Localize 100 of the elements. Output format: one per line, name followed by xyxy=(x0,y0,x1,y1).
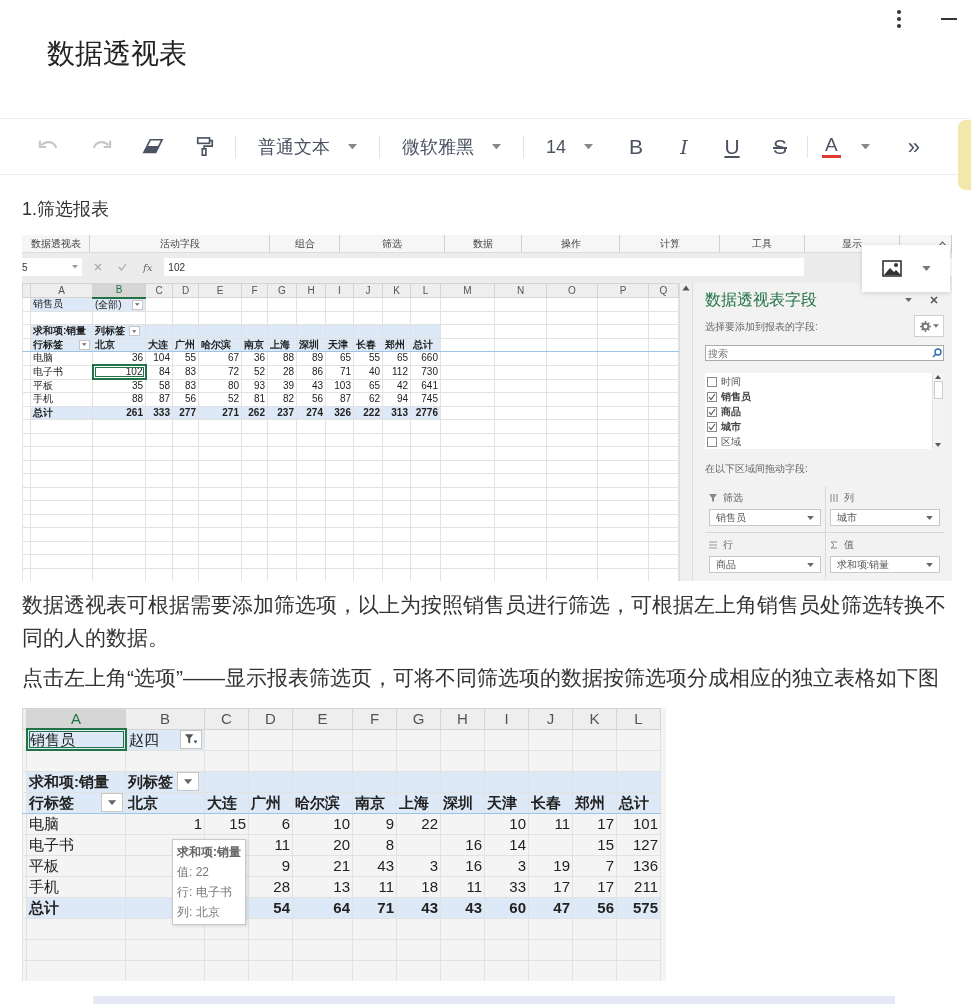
ribbon-group-label[interactable]: 组合 xyxy=(270,235,340,252)
column-header[interactable]: E xyxy=(198,283,242,298)
table-cell: 行标签 xyxy=(29,793,74,812)
check-icon[interactable] xyxy=(118,263,127,271)
bold-button[interactable]: B xyxy=(623,132,650,161)
table-cell: 平板 xyxy=(26,855,126,876)
caret-icon xyxy=(183,778,193,785)
column-header[interactable]: G xyxy=(267,283,297,298)
dropdown-field[interactable]: 城市 xyxy=(829,509,940,526)
panel-subtitle: 选择要添加到报表的字段: xyxy=(705,319,818,334)
column-header[interactable]: Q xyxy=(648,283,679,298)
ribbon-group-label[interactable]: 数据 xyxy=(445,235,522,252)
table-cell: 56 xyxy=(172,392,199,406)
caret-icon[interactable] xyxy=(905,298,912,302)
table-cell: 15 xyxy=(204,813,249,834)
checkbox[interactable] xyxy=(707,436,717,447)
checkbox[interactable] xyxy=(707,376,717,387)
scroll-down-icon[interactable] xyxy=(933,441,943,449)
column-header[interactable]: P xyxy=(597,283,649,298)
page-title: 数据透视表 xyxy=(47,37,187,71)
table-cell: 83 xyxy=(172,379,199,393)
table-cell: 72 xyxy=(198,365,242,379)
column-header[interactable]: M xyxy=(440,283,495,298)
table-cell: 电子书 xyxy=(26,834,126,855)
more-menu-icon[interactable] xyxy=(897,10,901,28)
dropdown-button[interactable]: 14 xyxy=(538,132,602,161)
dropdown-field[interactable]: 销售员 xyxy=(709,509,821,526)
column-header[interactable]: H xyxy=(440,708,485,729)
dropdown-button[interactable] xyxy=(177,772,199,791)
table-cell: 101 xyxy=(616,813,661,834)
close-icon[interactable] xyxy=(930,296,938,304)
ribbon-group-label[interactable]: 活动字段 xyxy=(90,235,270,252)
font-color-button[interactable]: A xyxy=(822,135,841,158)
dropdown-button[interactable]: 微软雅黑 xyxy=(394,132,509,161)
column-header[interactable]: G xyxy=(396,708,441,729)
settings-icon xyxy=(919,320,931,332)
checkbox[interactable] xyxy=(707,421,717,432)
column-header[interactable]: B xyxy=(125,708,205,729)
column-header[interactable]: L xyxy=(410,283,441,298)
dropdown-button[interactable] xyxy=(79,339,90,350)
column-header[interactable]: J xyxy=(528,708,573,729)
column-header[interactable]: J xyxy=(353,283,383,298)
more-button[interactable]: » xyxy=(903,132,924,161)
name-box[interactable]: 5 xyxy=(22,258,82,276)
ribbon-group-label[interactable]: 操作 xyxy=(522,235,620,252)
ribbon-group-label[interactable]: 筛选 xyxy=(340,235,445,252)
search-field[interactable]: 搜索 xyxy=(705,345,944,361)
dropdown-button[interactable] xyxy=(129,326,140,337)
filter-icon xyxy=(709,493,717,502)
column-header[interactable]: I xyxy=(325,283,354,298)
underline-button[interactable]: U xyxy=(719,132,746,161)
search-icon[interactable] xyxy=(932,348,942,358)
column-header[interactable]: L xyxy=(616,708,661,729)
column-header[interactable]: E xyxy=(292,708,353,729)
area-label: 行 xyxy=(723,538,733,552)
scroll-thumb[interactable] xyxy=(934,381,943,399)
column-header[interactable]: A xyxy=(30,283,93,298)
column-header[interactable]: C xyxy=(145,283,173,298)
dropdown-field[interactable]: 商品 xyxy=(709,556,821,573)
table-cell: 641 xyxy=(410,379,441,393)
formula-field[interactable]: 102 xyxy=(164,258,805,276)
ribbon-group-label[interactable]: 数据透视表 xyxy=(22,235,90,252)
table-cell: 88 xyxy=(92,392,146,406)
column-header[interactable]: N xyxy=(494,283,547,298)
caret-icon[interactable] xyxy=(921,266,931,271)
table-cell: 112 xyxy=(382,365,411,379)
italic-button[interactable]: I xyxy=(671,132,698,161)
column-header[interactable]: D xyxy=(172,283,199,298)
column-header[interactable]: I xyxy=(484,708,529,729)
ribbon-group-label[interactable]: 工具 xyxy=(720,235,805,252)
settings-button[interactable] xyxy=(914,315,944,337)
function-button[interactable]: fx xyxy=(143,259,153,275)
table-cell: 103 xyxy=(325,379,354,393)
dropdown-button[interactable] xyxy=(101,793,123,812)
dropdown-button[interactable] xyxy=(180,730,202,749)
dropdown-button[interactable]: 普通文本 xyxy=(250,132,365,161)
table-cell: 9 xyxy=(248,855,293,876)
checkbox[interactable] xyxy=(707,391,717,402)
column-header[interactable]: H xyxy=(296,283,326,298)
column-header[interactable]: D xyxy=(248,708,293,729)
scrollbar[interactable] xyxy=(679,283,693,581)
column-header[interactable]: B xyxy=(92,283,146,298)
column-header[interactable]: K xyxy=(382,283,411,298)
column-header[interactable]: C xyxy=(204,708,249,729)
column-header[interactable]: A xyxy=(26,708,126,729)
column-header[interactable]: O xyxy=(546,283,598,298)
strike-button[interactable]: S xyxy=(767,132,794,161)
ribbon-group-label[interactable]: 计算 xyxy=(620,235,720,252)
dropdown-field[interactable]: 求和项:销量 xyxy=(829,556,940,573)
column-header[interactable]: F xyxy=(352,708,397,729)
checkbox[interactable] xyxy=(707,406,717,417)
column-header[interactable]: F xyxy=(241,283,268,298)
image-icon[interactable] xyxy=(881,260,902,277)
column-header[interactable]: K xyxy=(572,708,617,729)
scrollbar[interactable] xyxy=(93,996,895,1004)
dropdown-button[interactable] xyxy=(132,299,143,310)
table-cell: 28 xyxy=(248,876,293,897)
field-label: 商品 xyxy=(721,405,741,419)
chevron-up-icon[interactable] xyxy=(938,240,947,247)
area-label: 列 xyxy=(843,491,854,505)
